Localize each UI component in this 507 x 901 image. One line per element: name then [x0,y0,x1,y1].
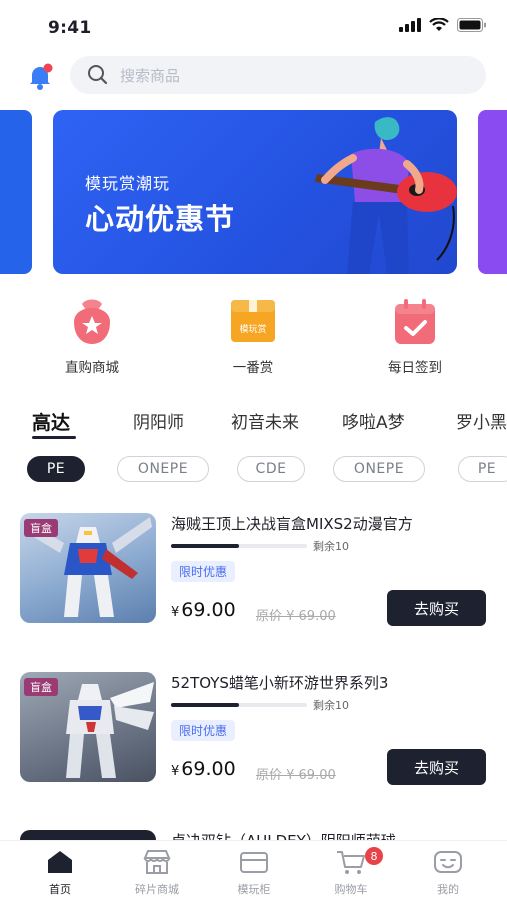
promo-banner[interactable]: 模玩赏潮玩 心动优惠节 [53,110,457,274]
product-price: ¥69.00 [171,758,236,780]
box-icon-text: 模玩赏 [239,325,267,335]
product-image: 盲盒 [20,672,156,782]
tab-onmyoji[interactable]: 阴阳师 [133,408,184,433]
chip-onepe[interactable]: ONEPE [117,456,209,482]
status-bar: 9:41 [0,0,507,52]
buy-button[interactable]: 去购买 [387,590,486,626]
box-icon [231,300,275,342]
battery-icon [457,18,486,32]
search-placeholder: 搜索商品 [120,66,181,85]
product-price: ¥69.00 [171,599,236,621]
tab-doraemon[interactable]: 哆啦A梦 [342,408,405,433]
quick-link-daily-checkin[interactable]: 每日签到 [355,296,475,376]
stock-progress-bar [171,544,307,548]
stock-progress-fill [171,703,239,707]
search-icon [88,65,108,85]
notification-button[interactable] [24,60,56,92]
filter-chips: PE ONEPE CDE ONEPE PE [0,456,507,482]
profile-icon [434,851,462,873]
quick-link-ichiban[interactable]: 模玩赏 一番赏 [193,296,313,376]
blind-box-tag: 盲盒 [24,678,58,696]
original-price: 原价 ¥ 69.00 [256,609,336,624]
tabbar-label: 模玩柜 [237,883,271,896]
active-tab-indicator [32,436,76,439]
status-time: 9:41 [48,18,92,38]
search-input[interactable]: 搜索商品 [70,56,486,94]
quick-links: 直购商城 模玩赏 一番赏 每日签到 [0,296,507,380]
status-icons [399,18,487,32]
category-tabs: 高达 阴阳师 初音未来 哆啦A梦 罗小黑 [0,404,507,439]
tab-luo-xiaohei[interactable]: 罗小黑 [456,408,507,433]
bell-icon [30,63,53,90]
tabbar-cabinet[interactable]: 模玩柜 [214,849,294,897]
wifi-icon [429,18,449,31]
stock-remaining: 剩余10 [313,540,349,553]
stock-progress-fill [171,544,239,548]
stock-remaining: 剩余10 [313,699,349,712]
banner-prev-peek[interactable] [0,110,32,274]
bag-star-icon [74,299,110,344]
currency-symbol: ¥ [171,764,180,779]
chip-pe[interactable]: PE [27,456,85,482]
guitarist-illustration [315,117,457,274]
currency-symbol: ¥ [171,605,180,620]
tabbar-label: 购物车 [334,883,368,896]
top-bar: 搜索商品 [0,56,507,94]
tab-gundam[interactable]: 高达 [32,408,70,435]
product-title: 海贼王顶上决战盲盒MIXS2动漫官方 [171,515,413,533]
promo-badge: 限时优惠 [171,720,236,741]
buy-button[interactable]: 去购买 [387,749,486,785]
price-value: 69.00 [181,599,236,621]
chip-pe[interactable]: PE [458,456,507,482]
quick-link-label: 每日签到 [388,360,442,376]
tabbar-home[interactable]: 首页 [20,849,100,897]
store-icon [143,850,171,874]
signal-icon [399,18,421,32]
calendar-check-icon [395,299,435,344]
banner-next-peek[interactable] [478,110,507,274]
tabbar-fragment-store[interactable]: 碎片商城 [117,849,197,897]
product-image: 盲盒 [20,513,156,623]
cabinet-icon [240,852,268,873]
tabbar-cart[interactable]: 8 购物车 [311,847,391,897]
blind-box-tag: 盲盒 [24,519,58,537]
tabbar-label: 我的 [437,883,459,896]
quick-link-label: 一番赏 [232,360,274,376]
original-price: 原价 ¥ 69.00 [256,768,336,783]
product-card[interactable]: 盲盒 52TOYS蜡笔小新环游世界系列3 剩余10 限时优惠 ¥69.00 原价… [0,672,507,812]
promo-badge: 限时优惠 [171,561,236,582]
chip-cde[interactable]: CDE [237,456,305,482]
price-value: 69.00 [181,758,236,780]
quick-link-label: 直购商城 [65,360,119,376]
banner-subtitle: 模玩赏潮玩 [85,174,171,193]
tabbar-label: 碎片商城 [135,883,179,896]
cart-icon [337,851,365,874]
tabbar-label: 首页 [49,883,71,896]
product-title: 52TOYS蜡笔小新环游世界系列3 [171,674,389,692]
banner-title: 心动优惠节 [85,202,236,236]
stock-progress-bar [171,703,307,707]
bottom-tab-bar: 首页 碎片商城 模玩柜 8 购物车 我的 [0,840,507,901]
quick-link-direct-store[interactable]: 直购商城 [32,296,152,376]
tab-hatsune-miku[interactable]: 初音未来 [231,408,299,433]
product-card[interactable]: 盲盒 海贼王顶上决战盲盒MIXS2动漫官方 剩余10 限时优惠 ¥69.00 原… [0,513,507,653]
home-icon [48,851,72,873]
tabbar-profile[interactable]: 我的 [408,849,488,897]
chip-onepe[interactable]: ONEPE [333,456,425,482]
cart-count-badge: 8 [365,847,383,865]
